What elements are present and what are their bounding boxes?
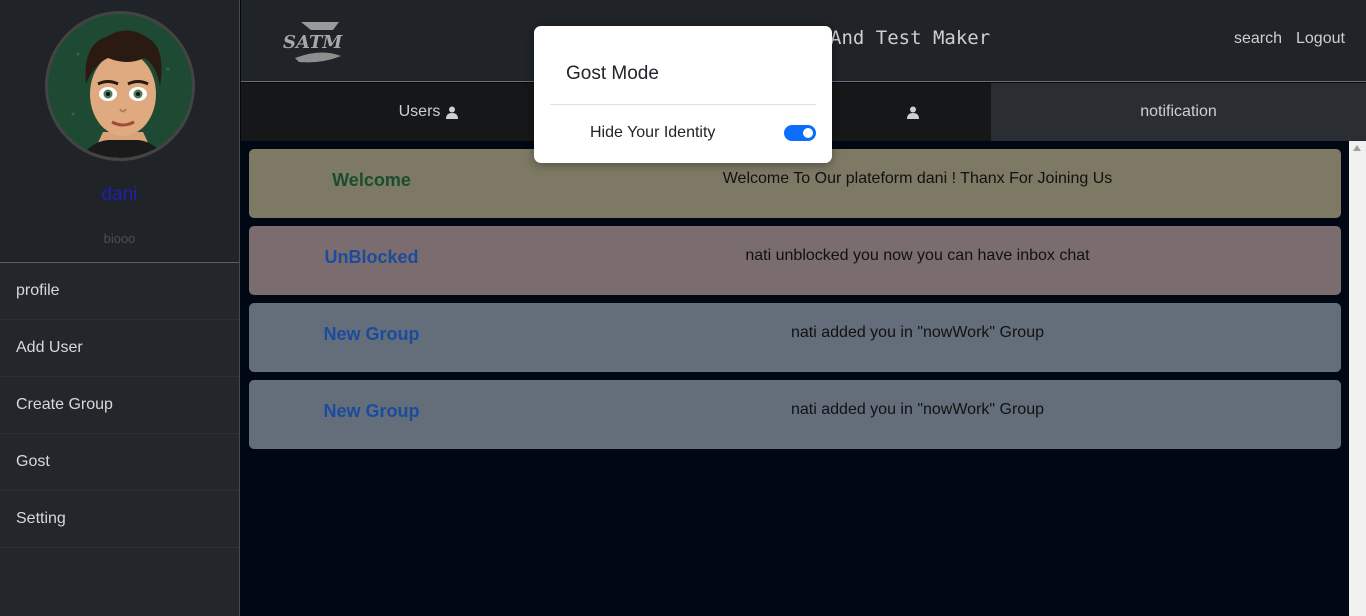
search-link[interactable]: search <box>1234 30 1282 48</box>
notification-card[interactable]: New Group nati added you in "nowWork" Gr… <box>249 303 1341 372</box>
notification-message: nati added you in "nowWork" Group <box>791 401 1044 418</box>
svg-text:SATM: SATM <box>283 32 343 53</box>
sidebar-item-setting[interactable]: Setting <box>0 491 239 548</box>
gost-mode-modal: Gost Mode Hide Your Identity <box>534 26 832 163</box>
sidebar-item-add-user[interactable]: Add User <box>0 320 239 377</box>
modal-divider <box>550 104 816 105</box>
logout-link[interactable]: Logout <box>1296 30 1345 48</box>
notification-title: UnBlocked <box>324 247 419 267</box>
notification-card[interactable]: UnBlocked nati unblocked you now you can… <box>249 226 1341 295</box>
tab-notification[interactable]: notification <box>991 83 1366 141</box>
toggle-knob <box>803 128 813 138</box>
sidebar-item-profile[interactable]: profile <box>0 263 239 320</box>
user-icon <box>906 106 919 119</box>
notification-message: Welcome To Our plateform dani ! Thanx Fo… <box>722 170 1113 187</box>
tab-notification-label: notification <box>1140 103 1217 120</box>
notification-message: nati added you in "nowWork" Group <box>791 324 1044 341</box>
notification-title: New Group <box>323 401 420 421</box>
vertical-scrollbar[interactable] <box>1349 141 1366 616</box>
tab-users-label: Users <box>398 103 441 120</box>
notification-title: New Group <box>323 324 420 344</box>
notification-card[interactable]: New Group nati added you in "nowWork" Gr… <box>249 380 1341 449</box>
scroll-up-arrow-icon[interactable] <box>1353 145 1361 151</box>
app-logo[interactable]: SATM <box>281 18 353 66</box>
notification-list: Welcome Welcome To Our plateform dani ! … <box>241 141 1366 616</box>
username: dani <box>101 184 138 205</box>
app-title: And Test Maker <box>830 27 991 49</box>
sidebar-item-create-group[interactable]: Create Group <box>0 377 239 434</box>
user-icon <box>446 106 459 119</box>
profile-block: dani biooo <box>0 0 239 263</box>
modal-title: Gost Mode <box>566 63 659 84</box>
notification-message: nati unblocked you now you can have inbo… <box>745 247 1090 264</box>
avatar[interactable] <box>45 11 195 161</box>
notification-title: Welcome <box>332 170 411 190</box>
hide-identity-toggle[interactable] <box>784 125 816 141</box>
sidebar-item-gost[interactable]: Gost <box>0 434 239 491</box>
hide-identity-label: Hide Your Identity <box>590 124 716 141</box>
sidebar: dani biooo profile Add User Create Group… <box>0 0 240 616</box>
bio: biooo <box>103 231 136 246</box>
